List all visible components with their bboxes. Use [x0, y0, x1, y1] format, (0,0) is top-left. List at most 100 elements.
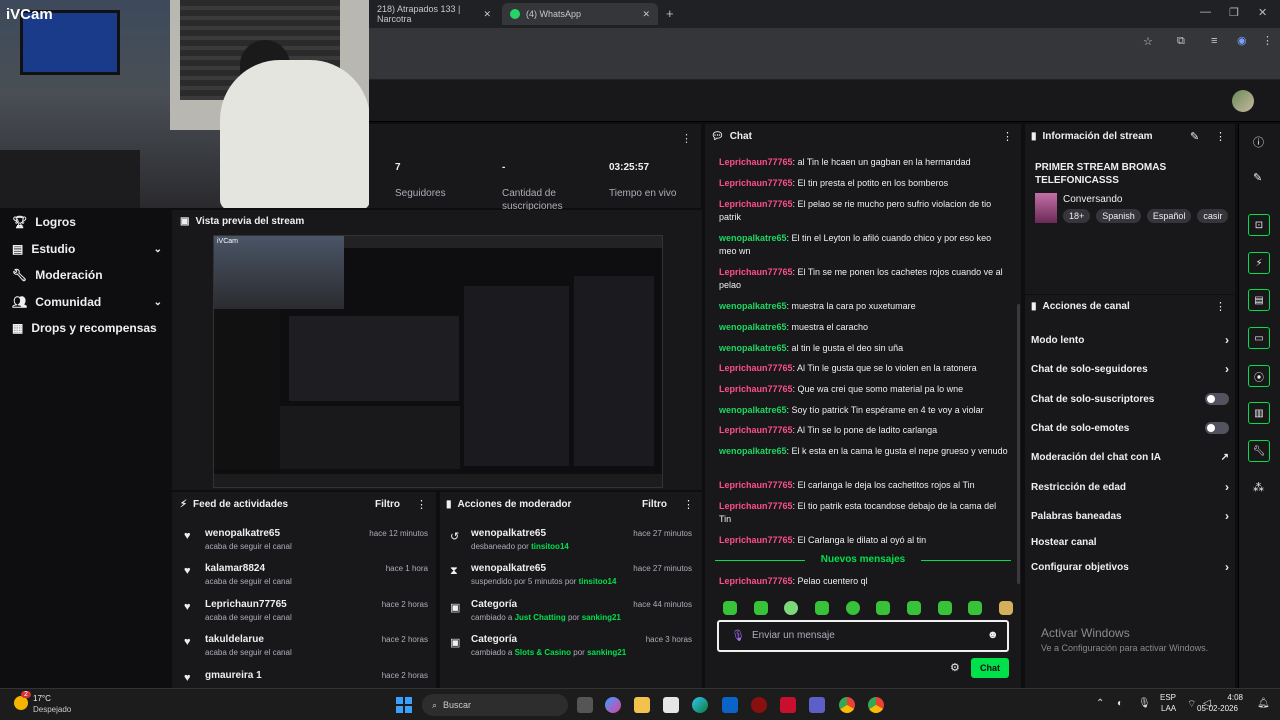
chat-username[interactable]: Leprichaun77765 [719, 267, 793, 277]
chat-username[interactable]: wenopalkatre65 [719, 446, 787, 456]
close-icon[interactable]: ✕ [642, 9, 650, 20]
new-messages-divider[interactable]: Nuevos mensajes [715, 554, 1011, 565]
menu-icon[interactable]: ⋮ [1262, 34, 1273, 47]
layout-icon[interactable]: ▥ [1248, 402, 1270, 424]
entry-name[interactable]: wenopalkatre65 [471, 528, 546, 539]
emote-icon[interactable] [906, 601, 921, 615]
entry-name[interactable]: kalamar8824 [205, 563, 265, 574]
avatar[interactable] [1232, 90, 1254, 112]
store-icon[interactable] [663, 697, 679, 713]
more-options-icon[interactable]: ⋮ [416, 498, 427, 511]
emote-icon[interactable] [814, 601, 829, 615]
chat-username[interactable]: Leprichaun77765 [719, 199, 793, 209]
broadcast-icon[interactable]: ⦿ [1248, 365, 1270, 387]
close-window-icon[interactable]: ✕ [1258, 6, 1267, 19]
notifications-icon[interactable]: 🔔︎ [1257, 698, 1270, 709]
emote-icon[interactable] [876, 601, 891, 615]
entry-category[interactable]: Just Chatting [515, 613, 566, 622]
entry-name[interactable]: wenopalkatre65 [205, 528, 280, 539]
entry-moderator[interactable]: sanking21 [587, 648, 626, 657]
windows-start-icon[interactable] [396, 697, 412, 713]
more-options-icon[interactable]: ⋮ [681, 132, 692, 145]
pencil-icon[interactable]: ✎ [1253, 171, 1262, 184]
more-options-icon[interactable]: ⋮ [1215, 300, 1226, 313]
emote-icon[interactable] [937, 601, 952, 615]
teams-icon[interactable] [809, 697, 825, 713]
emote-icon[interactable] [753, 601, 768, 615]
chat-username[interactable]: Leprichaun77765 [719, 501, 793, 511]
chat-username[interactable]: Leprichaun77765 [719, 363, 793, 373]
entry-moderator[interactable]: tinsitoo14 [531, 542, 569, 551]
nav-item-moderacion[interactable]: 🔧︎ Moderación [12, 262, 162, 288]
chrome-profile-icon[interactable] [868, 697, 884, 713]
language-top[interactable]: ESP [1160, 693, 1176, 702]
document-icon[interactable]: ▤ [1248, 289, 1270, 311]
minimize-icon[interactable]: — [1200, 6, 1211, 18]
emote-icon[interactable] [784, 601, 799, 615]
chat-username[interactable]: wenopalkatre65 [719, 343, 787, 353]
edge-icon[interactable] [692, 697, 708, 713]
info-icon[interactable]: ⓘ [1253, 134, 1264, 150]
tag[interactable]: casir [1197, 209, 1229, 223]
more-options-icon[interactable]: ⋮ [1002, 130, 1013, 143]
tag[interactable]: 18+ [1063, 209, 1091, 223]
entry-name[interactable]: Leprichaun77765 [205, 599, 287, 610]
wifi-icon[interactable]: ⌔ [1187, 698, 1196, 711]
task-view-icon[interactable] [577, 697, 593, 713]
chrome-icon[interactable] [839, 697, 855, 713]
nav-item-drops[interactable]: ▦ Drops y recompensas [12, 315, 162, 341]
chat-scrollbar[interactable] [1017, 304, 1020, 584]
emote-icon[interactable] [845, 601, 860, 615]
entry-category[interactable]: Slots & Casino [515, 648, 571, 657]
entry-moderator[interactable]: sanking21 [582, 613, 621, 622]
weather-sun-icon[interactable] [14, 696, 28, 710]
emote-icon[interactable] [998, 601, 1013, 615]
wrench-icon[interactable]: 🔧︎ [1248, 440, 1270, 462]
bookmark-star-icon[interactable]: ☆ [1143, 35, 1153, 48]
copilot-icon[interactable] [605, 697, 621, 713]
category-name[interactable]: Conversando [1063, 194, 1122, 205]
action-age-restriction[interactable]: Restricción de edad › [1031, 477, 1229, 497]
more-options-icon[interactable]: ⋮ [1215, 130, 1226, 143]
app-icon[interactable] [780, 697, 796, 713]
action-goals[interactable]: Configurar objetivos › [1031, 557, 1229, 577]
browser-tab-atrapados[interactable]: 218) Atrapados 133 | Narcotra ✕ [369, 3, 499, 25]
reading-list-icon[interactable]: ≡ [1211, 35, 1217, 47]
nav-item-logros[interactable]: 🏆︎ Logros [12, 209, 162, 235]
filter-button[interactable]: Filtro [375, 499, 400, 510]
nav-item-estudio[interactable]: ▤ Estudio ⌄ [12, 236, 162, 262]
close-icon[interactable]: ✕ [483, 9, 491, 20]
chat-username[interactable]: wenopalkatre65 [719, 322, 787, 332]
emote-icon[interactable] [723, 601, 737, 615]
action-host-channel[interactable]: Hostear canal [1031, 532, 1229, 552]
chevron-up-icon[interactable]: ⌃ [1096, 698, 1104, 709]
file-explorer-icon[interactable] [634, 697, 650, 713]
filter-button[interactable]: Filtro [642, 499, 667, 510]
entry-name[interactable]: gmaureira 1 [205, 670, 262, 681]
stream-preview-video[interactable]: iVCam [213, 235, 663, 488]
chat-username[interactable]: Leprichaun77765 [719, 576, 793, 586]
weather-temp[interactable]: 17°C [33, 694, 51, 703]
tag[interactable]: Español [1146, 209, 1192, 223]
entry-name[interactable]: takuldelarue [205, 634, 264, 645]
entry-name[interactable]: wenopalkatre65 [471, 563, 546, 574]
clock-time[interactable]: 4:08 [1223, 693, 1243, 702]
action-banned-words[interactable]: Palabras baneadas › [1031, 506, 1229, 526]
microphone-icon[interactable]: 🎙︎ [731, 629, 745, 642]
chat-username[interactable]: Leprichaun77765 [719, 480, 793, 490]
chat-bubble-icon[interactable]: ▭ [1248, 327, 1270, 349]
chat-send-button[interactable]: Chat [971, 658, 1009, 678]
chat-username[interactable]: Leprichaun77765 [719, 425, 793, 435]
more-options-icon[interactable]: ⋮ [683, 498, 694, 511]
antivirus-icon[interactable] [751, 697, 767, 713]
action-followers-only[interactable]: Chat de solo-seguidores › [1031, 359, 1229, 379]
lightning-icon[interactable]: ⚡︎ [1248, 252, 1270, 274]
emote-picker-icon[interactable]: ☻ [987, 629, 999, 641]
taskbar-search[interactable]: ⌕ Buscar [422, 694, 568, 716]
action-ai-moderation[interactable]: Moderación del chat con IA ↗ [1031, 447, 1229, 467]
outlook-icon[interactable] [722, 697, 738, 713]
category-thumbnail[interactable] [1035, 193, 1057, 223]
action-slow-mode[interactable]: Modo lento › [1031, 330, 1229, 350]
apps-icon[interactable]: ⁂ [1253, 481, 1264, 494]
emote-icon[interactable] [968, 601, 983, 615]
